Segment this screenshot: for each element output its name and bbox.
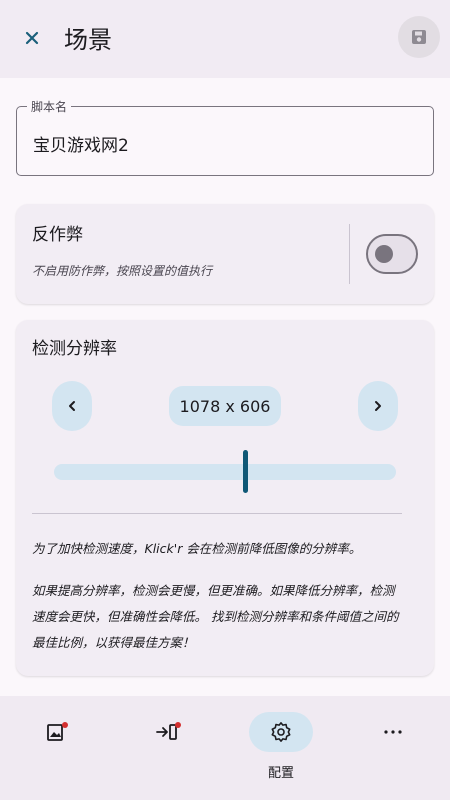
resolution-value: 1078 x 606: [169, 386, 281, 426]
resolution-description-2: 如果提高分辨率，检测会更慢，但更准确。如果降低分辨率，检测 速度会更快，但准确性…: [32, 578, 412, 656]
nav-pill: [135, 712, 199, 752]
resolution-card: 检测分辨率 1078 x 606 为了加快检测速度，Klick'r 会在检测前降…: [16, 320, 434, 676]
top-app-bar: 场景: [0, 0, 450, 78]
resolution-slider-track[interactable]: [54, 464, 396, 480]
save-icon: [412, 30, 426, 44]
script-name-field[interactable]: 脚本名 宝贝游戏网2: [16, 98, 434, 176]
resolution-increase-button[interactable]: [358, 381, 398, 431]
description-line: 速度会更快，但准确性会降低。 找到检测分辨率和条件阈值之间的: [32, 609, 399, 624]
script-name-label: 脚本名: [27, 98, 72, 115]
nav-pill: [361, 712, 425, 752]
nav-item-conditions[interactable]: [24, 712, 88, 782]
gear-icon: [271, 722, 291, 742]
nav-item-actions[interactable]: [135, 712, 199, 782]
more-icon: [384, 730, 402, 734]
anti-cheat-toggle[interactable]: [366, 234, 418, 274]
nav-item-config[interactable]: 配置: [249, 712, 313, 782]
nav-pill: [24, 712, 88, 752]
badge-dot: [62, 722, 68, 728]
description-line: 最佳比例，以获得最佳方案！: [32, 635, 195, 650]
anti-cheat-card: 反作弊 不启用防作弊，按照设置的值执行: [16, 204, 434, 304]
bottom-navigation: 配置: [0, 696, 450, 800]
anti-cheat-title: 反作弊: [32, 225, 83, 245]
chevron-right-icon: [375, 401, 381, 411]
nav-item-more[interactable]: [361, 712, 425, 782]
nav-label: 配置: [267, 766, 294, 781]
close-button[interactable]: [16, 22, 48, 54]
anti-cheat-subtitle: 不启用防作弊，按照设置的值执行: [32, 264, 213, 278]
badge-dot: [175, 722, 181, 728]
description-line: 如果提高分辨率，检测会更慢，但更准确。如果降低分辨率，检测: [32, 583, 395, 598]
resolution-slider-thumb[interactable]: [243, 450, 249, 493]
resolution-description-1: 为了加快检测速度，Klick'r 会在检测前降低图像的分辨率。: [32, 541, 362, 556]
save-button[interactable]: [398, 16, 440, 58]
divider: [349, 224, 350, 284]
chevron-left-icon: [69, 401, 75, 411]
toggle-knob: [375, 245, 393, 263]
nav-pill: [249, 712, 313, 752]
divider: [32, 513, 402, 514]
script-name-input[interactable]: 宝贝游戏网2: [33, 131, 129, 156]
resolution-decrease-button[interactable]: [52, 381, 92, 431]
close-icon: [25, 31, 39, 45]
resolution-title: 检测分辨率: [32, 339, 117, 359]
page-title: 场景: [64, 26, 112, 54]
